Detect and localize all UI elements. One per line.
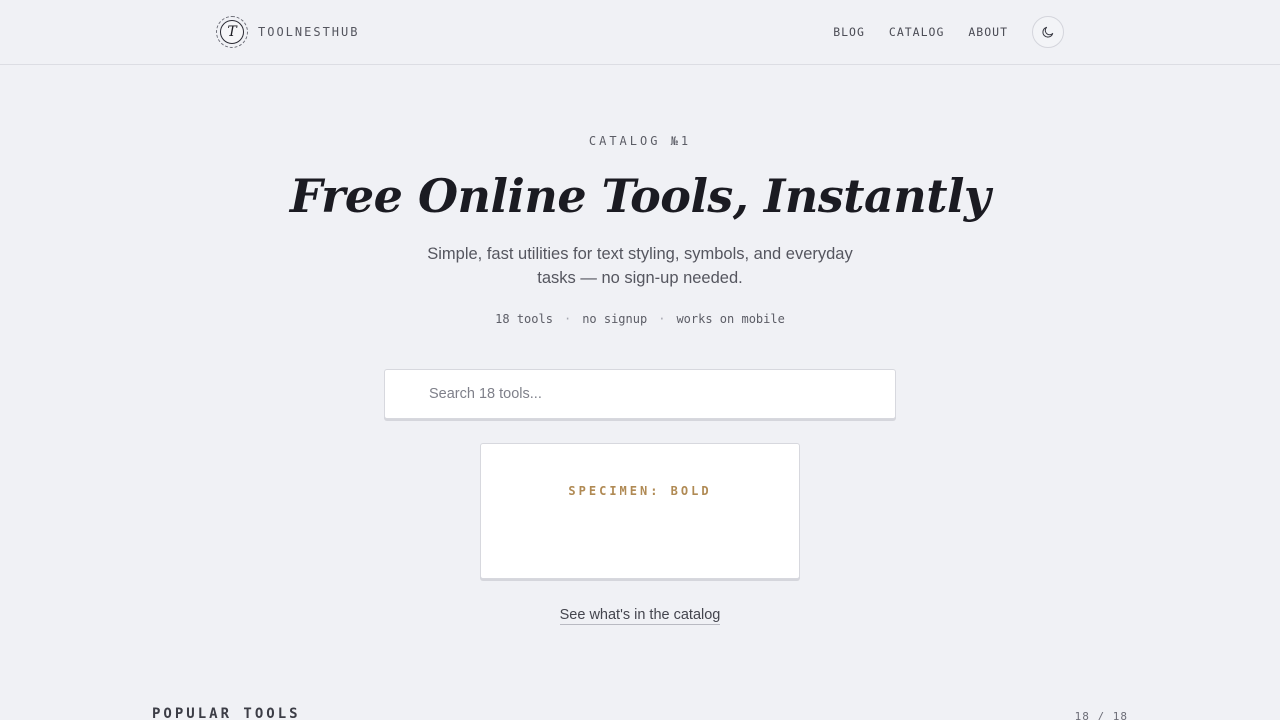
search-input[interactable] [385, 370, 895, 418]
specimen-label: SPECIMEN: BOLD [568, 484, 712, 498]
theme-toggle-button[interactable] [1032, 16, 1064, 48]
meta-tool-count: 18 tools [495, 312, 553, 326]
nav-link-blog[interactable]: BLOG [833, 25, 865, 39]
see-catalog-link[interactable]: See what's in the catalog [559, 607, 721, 625]
brand-initial: T [220, 20, 244, 44]
hero-title: Free Online Tools, Instantly [289, 169, 991, 223]
hero-meta: 18 tools · no signup · works on mobile [0, 312, 1280, 326]
brand-name: TOOLNESTHUB [258, 25, 360, 39]
main-nav: BLOG CATALOG ABOUT [833, 16, 1064, 48]
nav-link-about[interactable]: ABOUT [968, 25, 1008, 39]
popular-tools-count: 18 / 18 [1074, 710, 1128, 720]
brand-logo-link[interactable]: T TOOLNESTHUB [216, 16, 359, 48]
meta-separator: · [658, 312, 666, 326]
site-header: T TOOLNESTHUB BLOG CATALOG ABOUT [0, 0, 1280, 65]
meta-separator: · [563, 312, 572, 326]
hero-subtitle: Simple, fast utilities for text styling,… [427, 245, 853, 287]
specimen-card[interactable]: SPECIMEN: BOLD [480, 443, 800, 579]
meta-no-signup: no signup [582, 312, 648, 326]
nav-link-catalog[interactable]: CATALOG [889, 25, 944, 39]
popular-tools-heading: POPULAR TOOLS [152, 706, 301, 720]
meta-mobile: works on mobile [676, 312, 785, 326]
hero-eyebrow: CATALOG №1 [588, 134, 692, 148]
search-box [384, 369, 896, 419]
catalog-link-wrap: See what's in the catalog [0, 606, 1280, 625]
brand-logo-icon: T [216, 16, 248, 48]
moon-icon [1042, 26, 1054, 38]
